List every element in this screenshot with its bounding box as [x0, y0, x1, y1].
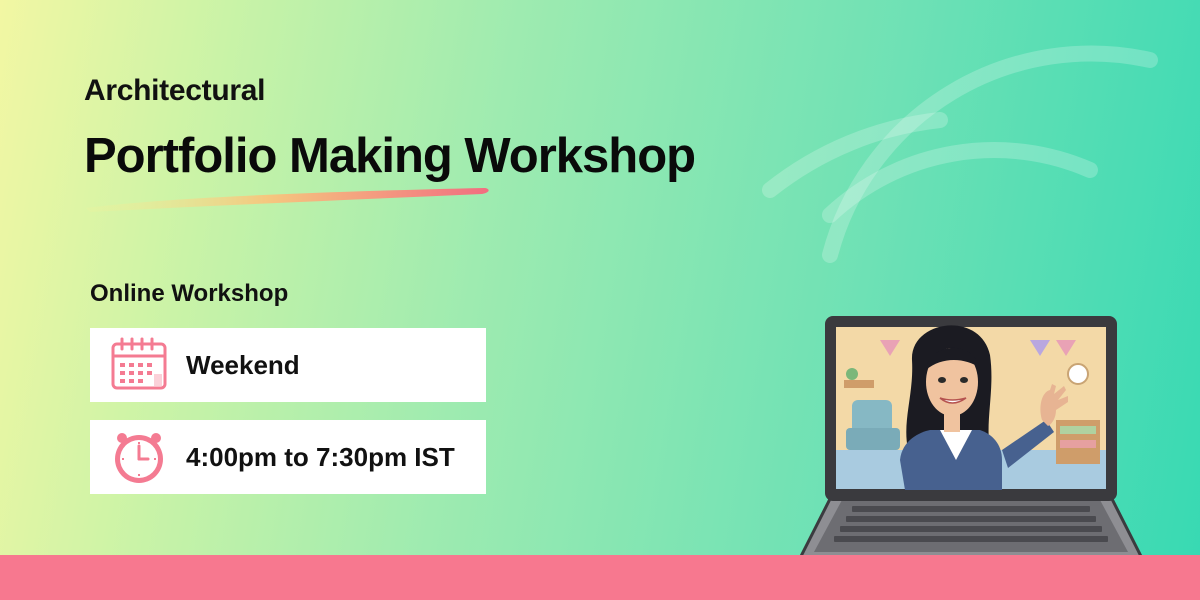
calendar-icon: [111, 337, 167, 390]
workshop-banner: Architectural Portfolio Making Workshop …: [0, 0, 1200, 600]
bottom-accent-strip: [0, 555, 1200, 600]
page-title: Portfolio Making Workshop: [84, 129, 696, 183]
schedule-time-card: 4:00pm to 7:30pm IST: [90, 420, 486, 494]
clock-icon: [115, 433, 163, 483]
laptop-presenter-illustration: [788, 316, 1154, 588]
underline-swoosh: [86, 188, 489, 212]
schedule-day-card: Weekend: [90, 328, 486, 402]
schedule-day-text: Weekend: [186, 349, 300, 380]
signal-arcs-decoration: [762, 45, 1158, 263]
schedule-time-text: 4:00pm to 7:30pm IST: [186, 441, 455, 472]
eyebrow-title: Architectural: [84, 74, 266, 107]
workshop-mode-label: Online Workshop: [90, 280, 289, 307]
